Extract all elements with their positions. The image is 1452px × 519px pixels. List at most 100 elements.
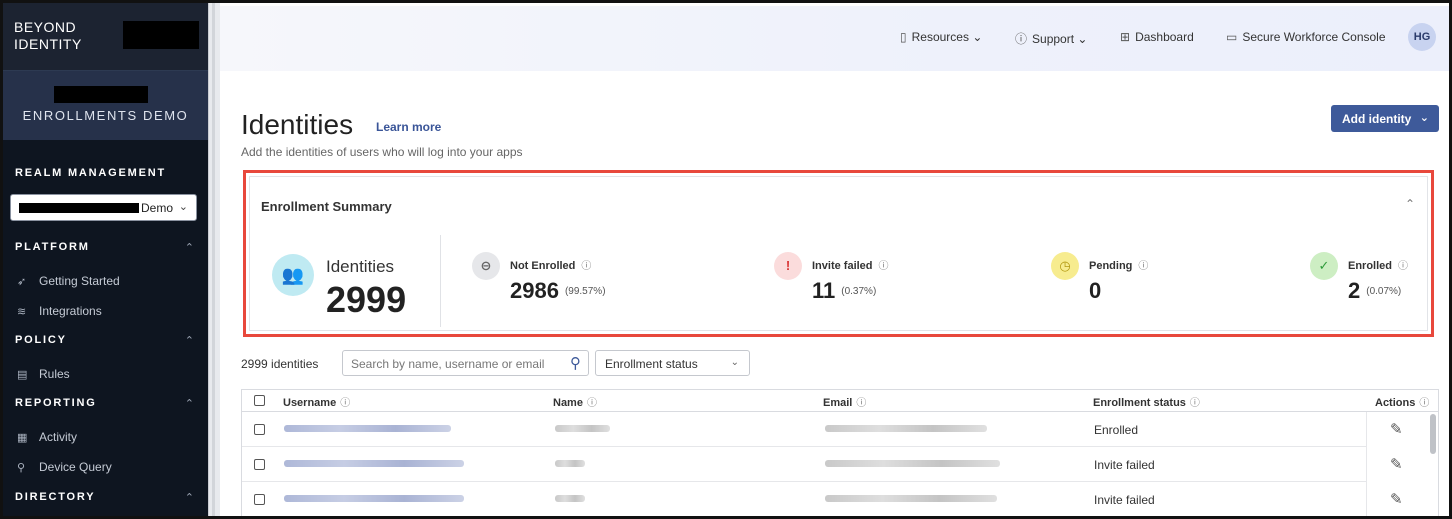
identities-count: 2999	[326, 279, 407, 320]
chevron-down-icon: ⌄	[1077, 32, 1088, 46]
row-checkbox[interactable]	[254, 494, 265, 505]
group-title: REPORTING	[15, 397, 97, 409]
name-redacted	[555, 460, 585, 467]
info-icon[interactable]: ⓘ	[340, 398, 350, 409]
group-title: POLICY	[15, 334, 67, 346]
logo-line-1: BEYOND	[14, 19, 77, 35]
stat-percent: (0.07%)	[1366, 286, 1402, 297]
add-identity-button[interactable]: Add identity ⌄	[1331, 105, 1439, 132]
row-checkbox[interactable]	[254, 424, 265, 435]
chevron-up-icon[interactable]: ⌃	[185, 241, 194, 254]
enrollment-status-filter[interactable]: Enrollment status ⌄	[595, 350, 750, 376]
divider	[440, 235, 441, 327]
realm-select[interactable]: Demo ⌄	[10, 194, 197, 221]
sidebar-item-device-query[interactable]: ⚲ Device Query	[17, 460, 112, 474]
chevron-up-icon[interactable]: ⌃	[185, 491, 194, 504]
pencil-icon[interactable]: ✎	[1390, 420, 1403, 438]
table-row[interactable]: Enrolled	[242, 412, 1438, 447]
alert-icon: !	[774, 252, 802, 280]
username-redacted[interactable]	[284, 495, 464, 502]
chevron-down-icon: ⌄	[730, 357, 739, 368]
info-icon[interactable]: ⓘ	[581, 261, 591, 272]
beyond-identity-logo[interactable]: BEYOND IDENTITY	[14, 19, 82, 53]
pencil-icon[interactable]: ✎	[1390, 490, 1403, 508]
table-row[interactable]: Invite failed	[242, 447, 1438, 482]
console-label: Secure Workforce Console	[1242, 30, 1386, 44]
info-icon[interactable]: ⓘ	[1138, 261, 1148, 272]
info-icon[interactable]: ⓘ	[587, 398, 597, 409]
tenant-panel[interactable]: ENROLLMENTS DEMO	[3, 70, 208, 140]
stat-percent: (0.37%)	[841, 286, 877, 297]
search-input[interactable]: Search by name, username or email ⚲	[342, 350, 589, 376]
sidebar-item-getting-started[interactable]: ➶ Getting Started	[17, 274, 120, 288]
identities-label: Identities	[326, 257, 395, 276]
sidebar-item-label: Integrations	[39, 304, 102, 318]
learn-more-link[interactable]: Learn more	[376, 120, 441, 134]
username-redacted[interactable]	[284, 460, 464, 467]
header-email[interactable]: Email ⓘ	[823, 394, 866, 409]
stat-number: 11	[812, 278, 836, 303]
stat-value: 11 (0.37%)	[812, 278, 876, 304]
stat-value: 0	[1089, 278, 1107, 304]
search-icon: ⚲	[17, 462, 26, 474]
redacted-block	[19, 203, 139, 213]
support-label: Support	[1032, 32, 1075, 46]
help-icon: ⓘ	[1015, 32, 1028, 46]
sidebar-item-rules[interactable]: ▤ Rules	[17, 367, 70, 381]
info-icon[interactable]: ⓘ	[1398, 261, 1408, 272]
header-actions: Actions ⓘ	[1375, 394, 1429, 409]
select-all-checkbox[interactable]	[254, 395, 265, 406]
header-enrollment-status[interactable]: Enrollment status ⓘ	[1093, 394, 1200, 409]
chevron-up-icon[interactable]: ⌃	[185, 397, 194, 410]
header-username[interactable]: Username ⓘ	[283, 394, 350, 409]
stat-label-text: Enrolled	[1348, 260, 1393, 272]
search-icon[interactable]: ⚲	[570, 354, 581, 372]
info-icon[interactable]: ⓘ	[1190, 398, 1200, 409]
stat-label-text: Invite failed	[812, 260, 873, 272]
avatar[interactable]: HG	[1408, 23, 1436, 51]
pencil-icon[interactable]: ✎	[1390, 455, 1403, 473]
sidebar-resize-handle[interactable]	[208, 3, 220, 516]
chevron-up-icon[interactable]: ⌃	[185, 334, 194, 347]
enrollment-status-cell: Invite failed	[1094, 493, 1155, 507]
info-icon[interactable]: ⓘ	[856, 398, 866, 409]
sidebar-item-activity[interactable]: ▦ Activity	[17, 430, 77, 444]
page-title: Identities	[241, 109, 354, 140]
main-content: Identities Learn more Add the identities…	[220, 71, 1449, 516]
email-redacted	[825, 425, 987, 432]
table-row[interactable]: Invite failed	[242, 482, 1438, 516]
info-icon[interactable]: ⓘ	[879, 261, 889, 272]
enrollment-summary-title: Enrollment Summary	[261, 199, 392, 214]
redacted-block	[123, 21, 199, 49]
sidebar-item-integrations[interactable]: ≋ Integrations	[17, 304, 102, 318]
add-identity-label: Add identity	[1342, 112, 1412, 126]
name-redacted	[555, 425, 610, 432]
header-name[interactable]: Name ⓘ	[553, 394, 597, 409]
sidebar-item-label: Getting Started	[39, 274, 120, 288]
row-checkbox[interactable]	[254, 459, 265, 470]
enrollment-summary-card: Enrollment Summary ⌃ 👥 Identities 2999 ⊖…	[249, 176, 1428, 331]
chevron-down-icon: ⌄	[972, 30, 983, 44]
username-redacted[interactable]	[284, 425, 451, 432]
dashboard-link[interactable]: ⊞ Dashboard	[1120, 30, 1194, 44]
clock-icon: ◷	[1051, 252, 1079, 280]
enrollment-status-cell: Enrolled	[1094, 423, 1139, 437]
stat-percent: (99.57%)	[564, 286, 606, 297]
realm-management-title: REALM MANAGEMENT	[15, 167, 167, 179]
enrollment-summary-highlight: Enrollment Summary ⌃ 👥 Identities 2999 ⊖…	[243, 170, 1434, 337]
resources-menu[interactable]: ▯ Resources ⌄	[900, 30, 982, 44]
sidebar-item-label: Device Query	[39, 460, 112, 474]
window-icon: ▭	[1226, 30, 1238, 44]
secure-workforce-console-link[interactable]: ▭ Secure Workforce Console	[1226, 30, 1386, 44]
stat-value: 2986 (99.57%)	[510, 278, 606, 304]
sidebar: BEYOND IDENTITY ENROLLMENTS DEMO REALM M…	[3, 3, 208, 516]
info-icon[interactable]: ⓘ	[1419, 398, 1429, 409]
header-label: Name	[553, 397, 583, 409]
stat-label: Not Enrolled ⓘ	[510, 257, 591, 272]
header-label: Email	[823, 397, 853, 409]
stat-label: Pending ⓘ	[1089, 257, 1148, 272]
support-menu[interactable]: ⓘ Support ⌄	[1015, 30, 1087, 47]
chevron-down-icon: ⌄	[178, 201, 188, 213]
chevron-up-icon[interactable]: ⌃	[1405, 197, 1415, 211]
table-scrollbar[interactable]	[1430, 414, 1436, 454]
